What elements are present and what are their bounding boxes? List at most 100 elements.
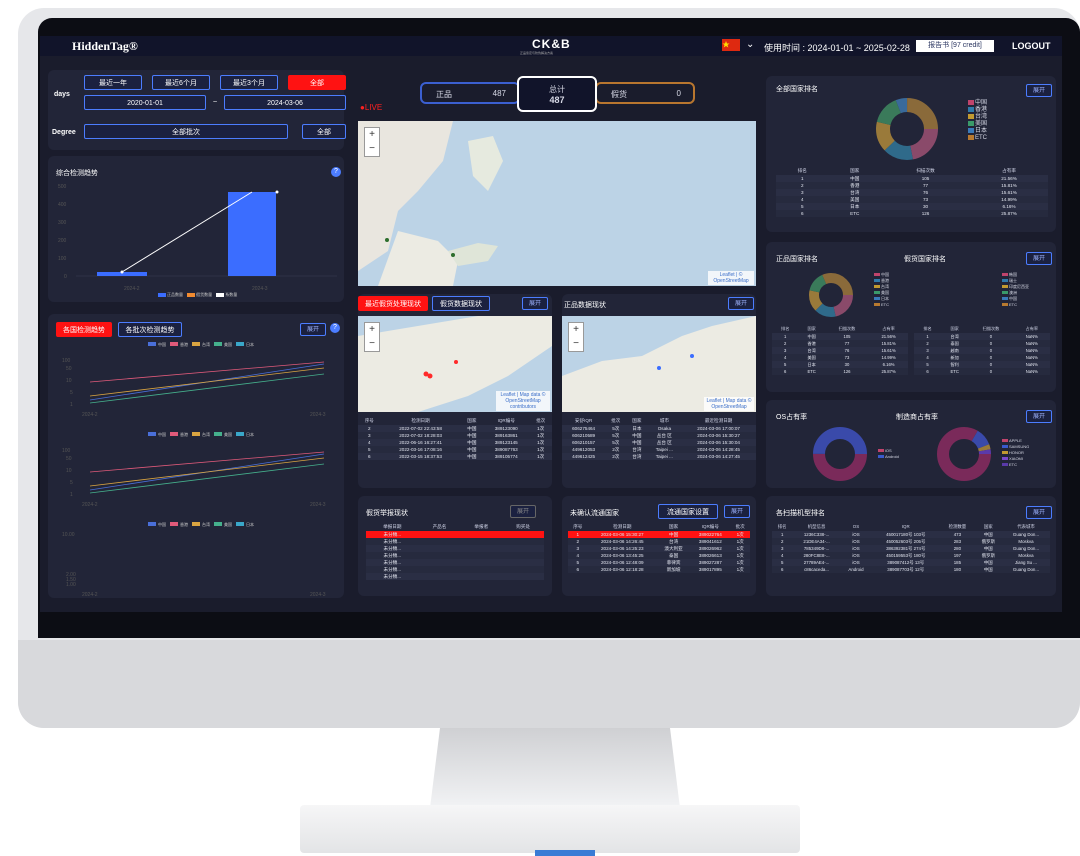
tab-fake-data[interactable]: 假货数据现状 xyxy=(432,296,490,311)
all-time-button[interactable]: 全部 xyxy=(288,75,346,90)
last-year-button[interactable]: 最近一年 xyxy=(84,75,142,90)
table-row[interactable]: 2 香港 77 15.81% xyxy=(772,340,908,347)
help-icon[interactable]: ? xyxy=(331,167,341,177)
recent-map[interactable]: + − Leaflet | Map data © OpenStreetMap co… xyxy=(358,316,552,412)
table-row[interactable]: 5 日本 30 6.16% xyxy=(776,203,1048,210)
table-row[interactable]: 6 ETC 126 25.87% xyxy=(776,210,1048,217)
table-row[interactable]: 4 2022-06-16 16:27:41 中国 389123145 1次 xyxy=(358,439,552,446)
table-row[interactable]: 5 2024-03-06 12:48:09 菲律宾 389027287 1次 xyxy=(568,559,750,566)
table-row[interactable]: 606275464 5次 日本 Osaka 2024-03-06 17:00:07 xyxy=(562,425,756,432)
fake-report-open-button[interactable]: 展开 xyxy=(510,505,536,518)
table-row[interactable]: 6 ETC 0 NaN% xyxy=(914,368,1050,375)
table-row[interactable]: 4 280FC8E8-... iOS 450159553号 180号 197 俄罗斯 Mos… xyxy=(772,552,1050,559)
table-row[interactable]: 1 2024-03-06 15:30:27 中国 389022764 1次 xyxy=(568,531,750,538)
table-row[interactable]: 449612053 2次 台湾 Taipei ... 2024-03-06 14:28:… xyxy=(562,446,756,453)
genuine-map[interactable]: + − Leaflet | Map data © OpenStreetMap xyxy=(562,316,756,412)
table-row[interactable]: 2 2024-03-06 14:26:45 台湾 389041612 1次 xyxy=(568,538,750,545)
help-icon[interactable]: ? xyxy=(330,323,340,333)
top-bar: HiddenTag® CK&B 正品鉴定与防伪解决方案 ⌄ 使用时间 : 202… xyxy=(40,36,1062,56)
table-row[interactable]: 4 新加 0 NaN% xyxy=(914,354,1050,361)
table-row[interactable]: 5 2022-03-16 17:08:16 中国 389087763 1次 xyxy=(358,446,552,453)
table-row[interactable]: 5 27789AE4-... iOS 389087412号 13号 185 中国 Jiang… xyxy=(772,559,1050,566)
table-row[interactable]: 3 785349D8-... iOS 386392381号 274号 280 中国 Guan… xyxy=(772,545,1050,552)
tab-batch-trend[interactable]: 各批次检测趋势 xyxy=(118,322,182,337)
table-row[interactable]: 未分類... xyxy=(366,559,544,566)
map-attribution[interactable]: Leaflet | © OpenStreetMap xyxy=(708,271,754,285)
last-6-months-button[interactable]: 最近6个月 xyxy=(152,75,210,90)
table-row[interactable]: 未分類... xyxy=(366,566,544,573)
table-row[interactable]: 未分類... xyxy=(366,573,544,580)
unapproved-country-panel: 未确认流通国家 流通国家设置 展开 序号 检测日期 国家 IQR编号 批次 1 2024-… xyxy=(562,496,756,596)
table-row[interactable]: 6 c86caceda... Android 389087703号 12号 180 中国 G… xyxy=(772,566,1050,573)
country-legend: 中国 香港 台湾 美国 日本 ETC xyxy=(968,100,987,142)
zoom-out-button[interactable]: − xyxy=(365,142,379,156)
unapproved-open-button[interactable]: 展开 xyxy=(724,505,750,518)
table-row[interactable]: 2 泰国 0 NaN% xyxy=(914,340,1050,347)
degree-select[interactable]: 全部批次 xyxy=(84,124,288,139)
table-row[interactable]: 未分類... xyxy=(366,545,544,552)
genuine-open-button[interactable]: 展开 xyxy=(728,297,754,310)
date-from-input[interactable]: 2020-01-01 xyxy=(84,95,206,110)
map-attribution[interactable]: Leaflet | Map data © OpenStreetMap contr… xyxy=(496,391,550,411)
table-row[interactable]: 5 智利 0 NaN% xyxy=(914,361,1050,368)
table-row[interactable]: 606210589 5次 中国 丛台 区 2024-03-06 15:30:27 xyxy=(562,432,756,439)
table-row[interactable]: 4 2024-03-06 13:45:25 泰国 389026613 1次 xyxy=(568,552,750,559)
table-row[interactable]: 未分類... xyxy=(366,538,544,545)
country-rank-open-button[interactable]: 展开 xyxy=(1026,84,1052,97)
table-row[interactable]: 6 ETC 126 25.87% xyxy=(772,368,908,375)
total-counter[interactable]: 总计 487 xyxy=(517,76,597,112)
map-attribution[interactable]: Leaflet | Map data © OpenStreetMap xyxy=(704,397,754,411)
table-row[interactable]: 4 美国 73 14.99% xyxy=(776,196,1048,203)
os-share-open-button[interactable]: 展开 xyxy=(1026,410,1052,423)
main-map[interactable]: + − Leaflet | © OpenStreetMap xyxy=(358,121,756,286)
brand-logo[interactable]: HiddenTag® xyxy=(72,39,138,54)
table-row[interactable]: 606210157 5次 中国 丛台 区 2024-03-06 15:30:04 xyxy=(562,439,756,446)
fake-rank-title: 假货国家排名 xyxy=(904,256,946,263)
logout-button[interactable]: LOGOUT xyxy=(1012,41,1051,51)
table-row[interactable]: 1 台湾 0 NaN% xyxy=(914,333,1050,340)
table-row[interactable]: 3 台湾 76 15.61% xyxy=(776,189,1048,196)
date-to-input[interactable]: 2024-03-06 xyxy=(224,95,346,110)
table-row[interactable]: 2 21DE4A34-... iOS 450052603号 205号 283 俄罗斯 Mos… xyxy=(772,538,1050,545)
map-zoom-control[interactable]: + − xyxy=(364,127,380,157)
report-button[interactable]: 报告书 [97 credit] xyxy=(916,40,994,52)
zoom-in-button[interactable]: + xyxy=(365,128,379,142)
map-zoom-control[interactable]: + − xyxy=(364,322,380,352)
svg-text:台湾: 台湾 xyxy=(202,521,210,527)
table-row[interactable]: 1 1236C338-... iOS 450017180号 103号 473 中国 Guan… xyxy=(772,531,1050,538)
distribution-setting-button[interactable]: 流通国家设置 xyxy=(658,504,718,519)
table-row[interactable]: 6 2022-03-15 18:37:53 中国 389105774 1次 xyxy=(358,453,552,460)
table-row[interactable]: 1 中国 105 21.56% xyxy=(772,333,908,340)
fake-rank-table: 排名 国家 扫描次数 占有率 1 台湾 0 NaN% 2 泰国 0 NaN% 3 越南 0 NaN% 4… xyxy=(914,324,1050,375)
country-trend-open-button[interactable]: 展开 xyxy=(300,323,326,336)
table-row[interactable]: 未分類... xyxy=(366,531,544,538)
tab-country-trend[interactable]: 各国检测趋势 xyxy=(56,322,112,337)
genuine-rank-open-button[interactable]: 展开 xyxy=(1026,252,1052,265)
tab-recent-fake[interactable]: 最近假货处理现状 xyxy=(358,296,428,311)
last-3-months-button[interactable]: 最近3个月 xyxy=(220,75,278,90)
table-row[interactable]: 2 2022-07-02 22:43:58 中国 389123090 1次 xyxy=(358,425,552,432)
fake-legend: 韩国 瑞士 印度尼西亚 澳洲 中国 ETC xyxy=(1002,272,1029,308)
china-flag-icon[interactable] xyxy=(722,39,740,51)
table-row[interactable]: 6 2024-03-06 12:18:28 新加坡 389017895 1次 xyxy=(568,566,750,573)
table-row[interactable]: 3 2022-07-02 18:28:03 中国 389163861 1次 xyxy=(358,432,552,439)
chevron-down-icon[interactable]: ⌄ xyxy=(746,39,754,50)
map-zoom-control[interactable]: + − xyxy=(568,322,584,352)
degree-all-button[interactable]: 全部 xyxy=(302,124,346,139)
table-row[interactable]: 3 越南 0 NaN% xyxy=(914,347,1050,354)
table-row[interactable]: 449612425 2次 台湾 Taipei ... 2024-03-06 14:27:… xyxy=(562,453,756,460)
table-row[interactable]: 3 台湾 76 15.61% xyxy=(772,347,908,354)
table-row[interactable]: 3 2024-03-06 14:25:23 澳大利亚 389026962 1次 xyxy=(568,545,750,552)
recent-open-button[interactable]: 展开 xyxy=(522,297,548,310)
live-indicator: ●LIVE xyxy=(360,103,383,112)
svg-text:美国: 美国 xyxy=(224,521,232,527)
device-rank-open-button[interactable]: 展开 xyxy=(1026,506,1052,519)
table-row[interactable]: 1 中国 105 21.56% xyxy=(776,175,1048,182)
svg-text:日本: 日本 xyxy=(246,521,254,527)
genuine-counter[interactable]: 正品 487 xyxy=(420,82,520,104)
table-row[interactable]: 未分類... xyxy=(366,552,544,559)
table-row[interactable]: 4 美国 73 14.99% xyxy=(772,354,908,361)
table-row[interactable]: 2 香港 77 15.81% xyxy=(776,182,1048,189)
fake-counter[interactable]: 假货 0 xyxy=(595,82,695,104)
table-row[interactable]: 5 日本 30 6.16% xyxy=(772,361,908,368)
